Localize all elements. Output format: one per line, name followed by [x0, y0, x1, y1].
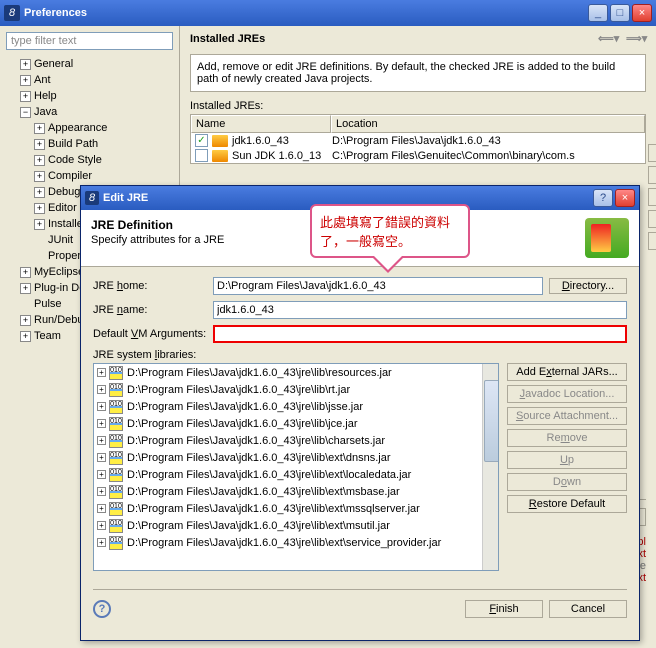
directory-button[interactable]: Directory... — [549, 278, 627, 294]
list-item[interactable]: +010D:\Program Files\Java\jdk1.6.0_43\jr… — [94, 534, 498, 551]
lib-remove-button[interactable]: Remove — [507, 429, 627, 447]
tree-item[interactable]: +Compiler — [6, 168, 173, 184]
tree-item[interactable]: +Ant — [6, 72, 173, 88]
dialog-close-button[interactable]: × — [615, 189, 635, 207]
add-jars-button[interactable]: Add External JARs... — [507, 363, 627, 381]
annotation-callout: 此處填寫了錯誤的資料了，一般寫空。 — [310, 204, 470, 258]
list-item[interactable]: +010D:\Program Files\Java\jdk1.6.0_43\jr… — [94, 517, 498, 534]
list-item[interactable]: +010D:\Program Files\Java\jdk1.6.0_43\jr… — [94, 415, 498, 432]
list-item[interactable]: +010D:\Program Files\Java\jdk1.6.0_43\jr… — [94, 449, 498, 466]
dialog-icon: 8 — [85, 191, 99, 205]
close-button[interactable]: × — [632, 4, 652, 22]
library-icon — [585, 218, 629, 258]
dialog-help-button[interactable]: ? — [593, 189, 613, 207]
lib-list[interactable]: +010D:\Program Files\Java\jdk1.6.0_43\jr… — [93, 363, 499, 571]
tree-item[interactable]: +Build Path — [6, 136, 173, 152]
restore-button[interactable]: Restore Default — [507, 495, 627, 513]
jre-name-input[interactable] — [213, 301, 627, 319]
prefs-title: Preferences — [24, 7, 586, 19]
list-item[interactable]: +010D:\Program Files\Java\jdk1.6.0_43\jr… — [94, 483, 498, 500]
tree-item[interactable]: −Java — [6, 104, 173, 120]
list-item[interactable]: +010D:\Program Files\Java\jdk1.6.0_43\jr… — [94, 364, 498, 381]
page-desc: Add, remove or edit JRE definitions. By … — [190, 54, 646, 92]
tree-item[interactable]: +Code Style — [6, 152, 173, 168]
table-row[interactable]: ✓jdk1.6.0_43D:\Program Files\Java\jdk1.6… — [191, 133, 645, 148]
table-row[interactable]: Sun JDK 1.6.0_13C:\Program Files\Genuite… — [191, 148, 645, 163]
dialog-title: Edit JRE — [103, 192, 591, 204]
javadoc-button[interactable]: Javadoc Location... — [507, 385, 627, 403]
vm-args-label: Default VM Arguments: — [93, 328, 213, 340]
fwd-icon[interactable]: ⟹▾ — [626, 32, 646, 46]
dialog-cancel-button[interactable]: Cancel — [549, 600, 627, 618]
page-title: Installed JREs — [190, 33, 265, 45]
tree-item[interactable]: +Help — [6, 88, 173, 104]
list-item[interactable]: +010D:\Program Files\Java\jdk1.6.0_43\jr… — [94, 466, 498, 483]
app-icon: 8 — [4, 5, 20, 21]
col-location[interactable]: Location — [331, 115, 645, 133]
prefs-titlebar: 8 Preferences _ □ × — [0, 0, 656, 26]
dialog-subheading: Specify attributes for a JRE — [91, 234, 224, 246]
jre-home-label: JRE home: — [93, 280, 213, 292]
maximize-button[interactable]: □ — [610, 4, 630, 22]
minimize-button[interactable]: _ — [588, 4, 608, 22]
dialog-heading: JRE Definition — [91, 218, 224, 232]
add-button[interactable]: Add... — [648, 144, 656, 162]
scrollbar[interactable] — [482, 364, 498, 570]
search-button[interactable]: Search... — [648, 232, 656, 250]
vm-args-input[interactable] — [213, 325, 627, 343]
list-item[interactable]: +010D:\Program Files\Java\jdk1.6.0_43\jr… — [94, 381, 498, 398]
jre-table: Name Location ✓jdk1.6.0_43D:\Program Fil… — [190, 114, 646, 164]
down-button[interactable]: Down — [507, 473, 627, 491]
table-label: Installed JREs: — [190, 100, 263, 112]
jre-name-label: JRE name: — [93, 304, 213, 316]
col-name[interactable]: Name — [191, 115, 331, 133]
source-button[interactable]: Source Attachment... — [507, 407, 627, 425]
up-button[interactable]: Up — [507, 451, 627, 469]
tree-item[interactable]: +Appearance — [6, 120, 173, 136]
back-icon[interactable]: ⟸▾ — [598, 32, 618, 46]
list-item[interactable]: +010D:\Program Files\Java\jdk1.6.0_43\jr… — [94, 500, 498, 517]
tree-item[interactable]: +General — [6, 56, 173, 72]
list-item[interactable]: +010D:\Program Files\Java\jdk1.6.0_43\jr… — [94, 432, 498, 449]
filter-input[interactable] — [6, 32, 173, 50]
list-item[interactable]: +010D:\Program Files\Java\jdk1.6.0_43\jr… — [94, 398, 498, 415]
remove-button[interactable]: Remove — [648, 210, 656, 228]
edit-button[interactable]: Edit... — [648, 166, 656, 184]
finish-button[interactable]: Finish — [465, 600, 543, 618]
dialog-help-icon[interactable]: ? — [93, 600, 111, 618]
duplicate-button[interactable]: Duplicate — [648, 188, 656, 206]
